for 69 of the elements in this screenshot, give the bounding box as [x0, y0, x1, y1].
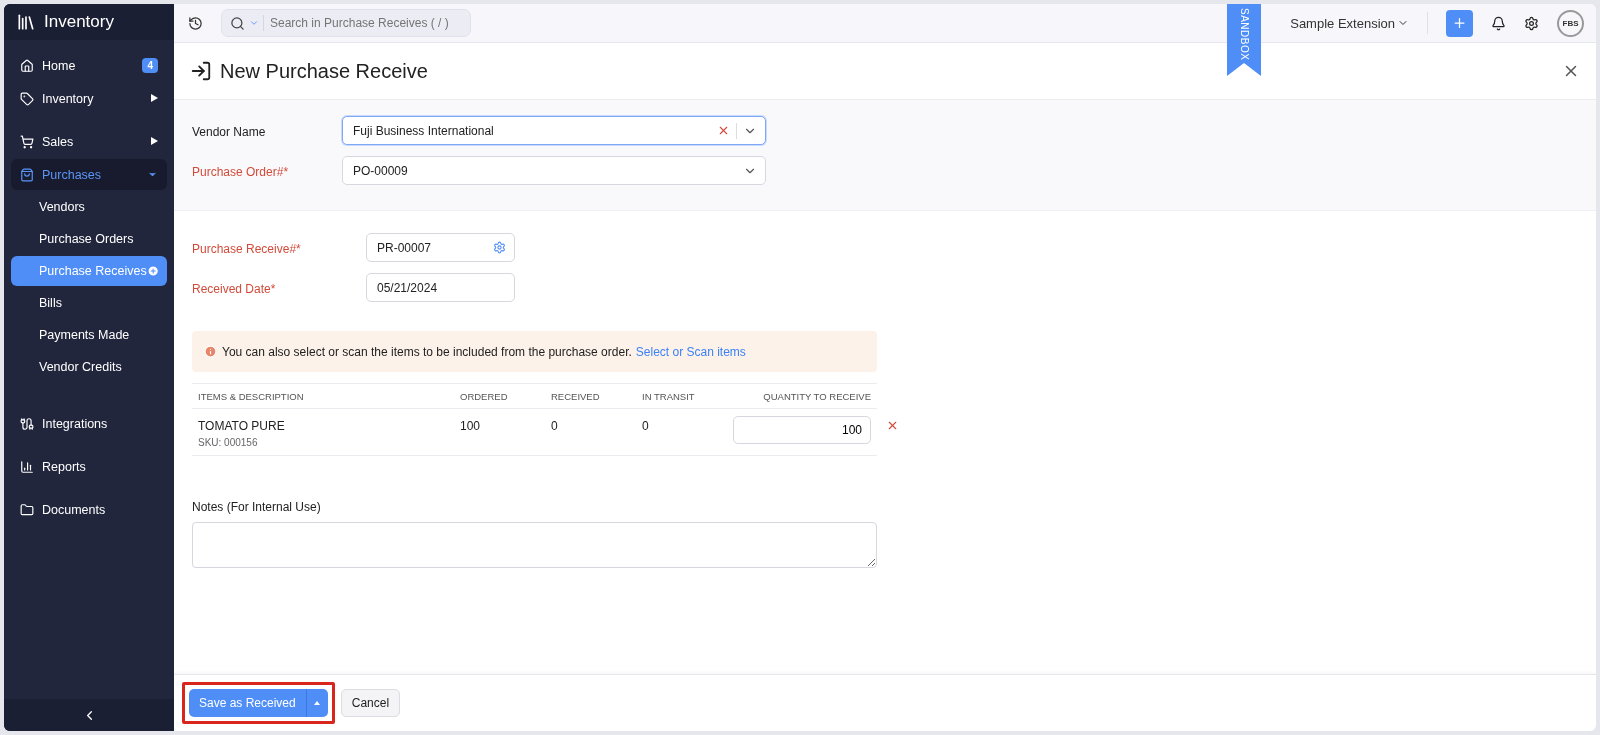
book-icon	[16, 12, 36, 32]
chevron-down-icon	[249, 18, 259, 28]
count-badge: 4	[142, 58, 158, 73]
column-header: ORDERED	[454, 383, 545, 409]
nav-icon	[20, 502, 34, 517]
nav-icon	[20, 91, 34, 106]
nav-subitem[interactable]: Payments Made	[11, 320, 167, 350]
field-label: Vendor Name	[192, 124, 266, 139]
clear-icon[interactable]	[717, 124, 730, 137]
input-field[interactable]: 05/21/2024	[366, 273, 515, 302]
nav-subitem[interactable]: Vendor Credits	[11, 352, 167, 382]
nav-subitem[interactable]: Purchase Orders	[11, 224, 167, 254]
settings-icon[interactable]	[1524, 15, 1539, 31]
column-header: QUANTITY TO RECEIVE	[712, 383, 877, 409]
field-value[interactable]: PR-00007	[375, 239, 487, 256]
field-value[interactable]: 05/21/2024	[375, 279, 506, 296]
add-button[interactable]	[1446, 9, 1473, 37]
cancel-button[interactable]: Cancel	[340, 689, 401, 717]
bell-icon[interactable]	[1491, 15, 1506, 31]
nav-subitem[interactable]: Bills	[11, 288, 167, 318]
nav-item[interactable]: Reports	[11, 451, 167, 482]
table-cell: 100	[454, 408, 545, 456]
sandbox-ribbon: SANDBOX	[1227, 4, 1261, 76]
nav-item[interactable]: Sales	[11, 126, 167, 157]
field-label: Received Date*	[192, 281, 276, 296]
field-label: Purchase Receive#*	[192, 241, 301, 256]
app-title: Inventory	[44, 12, 114, 32]
organization-menu[interactable]: Sample Extension	[1290, 15, 1409, 31]
avatar[interactable]: FBS	[1557, 9, 1584, 37]
info-icon	[204, 345, 217, 358]
nav-icon	[20, 167, 34, 182]
column-header: RECEIVED	[545, 383, 636, 409]
nav-item[interactable]: Integrations	[11, 408, 167, 439]
caret-right-icon	[151, 93, 158, 104]
info-text: You can also select or scan the items to be included from the purchase order. Select or Scan items	[222, 344, 746, 359]
remove-icon[interactable]	[886, 419, 899, 432]
select-field[interactable]: Fuji Business International	[342, 116, 766, 145]
nav-subitem[interactable]: Vendors	[11, 192, 167, 222]
column-header: ITEMS & DESCRIPTION	[192, 383, 454, 409]
notes-field[interactable]	[192, 522, 877, 568]
field-value[interactable]: PO-00009	[351, 162, 737, 179]
input-field[interactable]: PR-00007	[366, 233, 515, 262]
nav-icon	[20, 459, 34, 474]
search-field[interactable]: Search in Purchase Receives ( / )	[221, 9, 471, 37]
nav-item[interactable]: Purchases	[11, 159, 167, 190]
caret-right-icon	[151, 136, 158, 147]
nav-icon	[20, 416, 34, 431]
nav-icon	[20, 58, 34, 73]
nav-item[interactable]: Inventory	[11, 83, 167, 114]
caret-up-icon	[314, 701, 321, 705]
history-icon[interactable]	[188, 15, 203, 31]
add-icon[interactable]	[146, 264, 159, 278]
page-title: New Purchase Receive	[220, 59, 429, 83]
enter-icon	[190, 60, 212, 82]
quantity-input[interactable]: 100	[733, 416, 871, 444]
column-header: IN TRANSIT	[636, 383, 712, 409]
field-value[interactable]: Fuji Business International	[351, 122, 711, 139]
search-icon	[230, 15, 245, 31]
nav-item[interactable]: Home 4	[11, 50, 167, 81]
table-cell: 0	[636, 408, 712, 456]
table-cell: 0	[545, 408, 636, 456]
field-label: Purchase Order#*	[192, 164, 289, 179]
nav-icon	[20, 134, 34, 149]
item-sku: SKU: 000156	[198, 437, 259, 448]
item-name: TOMATO PURE	[198, 419, 286, 433]
dropdown-button[interactable]	[305, 689, 328, 717]
notes-label: Notes (For Internal Use)	[192, 500, 322, 514]
nav-item[interactable]: Documents	[11, 494, 167, 525]
select-field[interactable]: PO-00009	[342, 156, 766, 185]
